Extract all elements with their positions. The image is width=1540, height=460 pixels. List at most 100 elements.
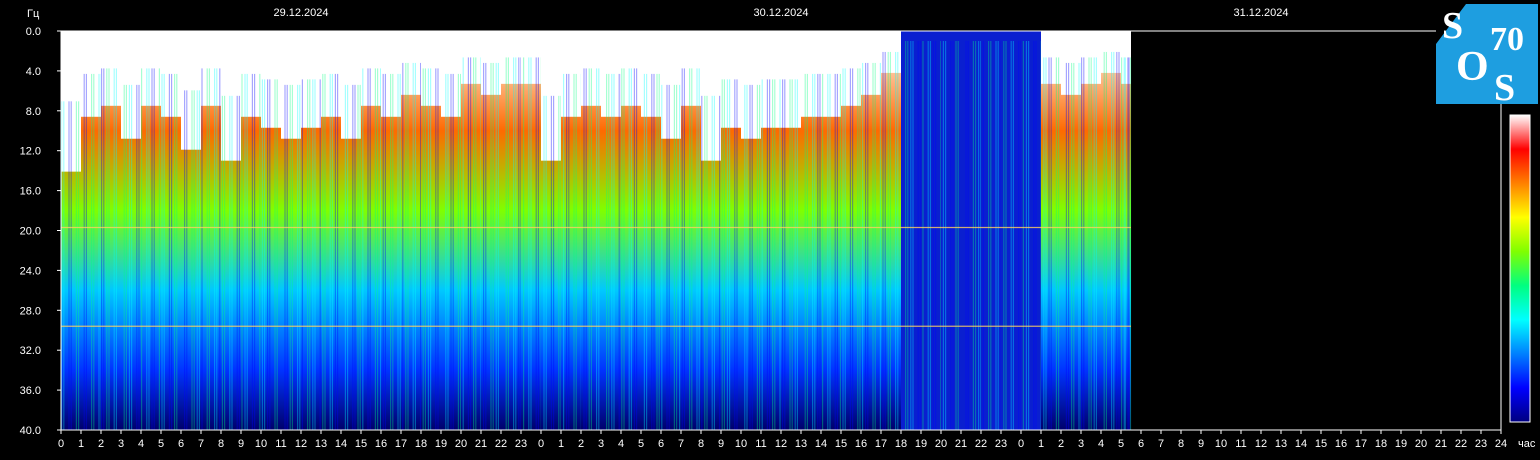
x-tick-label: 10: [735, 438, 747, 450]
logo-number: 70: [1490, 21, 1524, 58]
spectrogram-streak: [862, 62, 864, 431]
spectrogram-streak: [445, 73, 447, 430]
spectrogram-streak: [789, 79, 791, 430]
spectrogram-streak: [63, 101, 65, 430]
spectrogram-streak: [505, 57, 507, 431]
spectrogram-streak: [819, 73, 821, 430]
spectrogram-streak: [910, 40, 912, 430]
spectrogram-streak: [85, 73, 87, 430]
y-tick-label: 20.0: [20, 226, 41, 238]
spectrogram-streak: [698, 68, 700, 430]
x-tick-label: 21: [955, 438, 967, 450]
spectrogram-streak: [424, 68, 426, 430]
spectrogram-streak: [651, 73, 653, 430]
spectrogram-streak: [812, 73, 814, 430]
spectrogram-streak: [982, 40, 984, 430]
spectrogram-streak: [492, 62, 494, 431]
spectrogram-streak: [857, 68, 859, 430]
x-tick-label: 16: [375, 438, 387, 450]
spectrogram-streak: [138, 84, 140, 431]
spectrogram-streak: [289, 84, 291, 431]
x-tick-label: 22: [975, 438, 987, 450]
spectrogram-streak: [148, 68, 150, 430]
spectrogram-streak: [613, 73, 615, 430]
spectrogram-saturation: [401, 31, 421, 95]
spectrogram-streak: [274, 79, 276, 430]
x-tick-label: 20: [455, 438, 467, 450]
spectrogram-streak: [1071, 62, 1073, 431]
x-tick-label: 11: [1235, 438, 1246, 450]
spectrogram-streak: [922, 40, 924, 430]
spectrogram-streak: [214, 68, 216, 430]
spectrogram-streak: [312, 79, 314, 430]
spectrogram-streak: [261, 79, 263, 430]
spectrogram-saturation: [301, 31, 321, 128]
spectrogram-streak: [623, 68, 625, 430]
spectrogram-streak: [990, 40, 992, 430]
spectrogram-streak: [1118, 51, 1120, 430]
spectrogram-streak: [646, 73, 648, 430]
x-tick-label: 2: [1058, 438, 1064, 450]
spectrogram-streak: [606, 73, 608, 430]
spectrogram-streak: [374, 68, 376, 430]
plot-area: [60, 30, 1502, 431]
spectrogram-streak: [575, 73, 577, 430]
x-tick-label: 14: [1295, 438, 1307, 450]
spectrogram-streak: [473, 57, 475, 431]
y-axis-label: Гц: [27, 8, 40, 20]
spectrogram-streak: [153, 68, 155, 430]
spectrogram-streak: [158, 68, 160, 430]
y-tick-label: 28.0: [20, 305, 41, 317]
x-tick-label: 12: [775, 438, 787, 450]
spectrogram-streak: [168, 73, 170, 430]
spectrogram-streak: [1005, 40, 1007, 430]
spectrogram-streak: [399, 73, 401, 430]
spectrogram-streak: [174, 73, 176, 430]
spectrogram-streak: [452, 73, 454, 430]
spectrogram-streak: [198, 90, 200, 430]
spectrogram-streak: [113, 68, 115, 430]
spectrogram-streak: [299, 84, 301, 431]
x-tick-label: 8: [1178, 438, 1184, 450]
spectrogram-streak: [711, 95, 713, 431]
spectrogram-streak: [1078, 62, 1080, 431]
spectrogram-streak: [611, 73, 613, 430]
spectrogram-streak: [719, 95, 721, 431]
spectrogram-saturation: [241, 31, 261, 117]
spectrogram-streak: [585, 68, 587, 430]
x-tick-label: 15: [1315, 438, 1327, 450]
spectrogram-streak: [246, 73, 248, 430]
x-tick-label: 7: [678, 438, 684, 450]
spectrogram-streak: [171, 73, 173, 430]
x-tick-label: 14: [335, 438, 347, 450]
spectrogram-streak: [485, 62, 487, 431]
spectrogram-streak: [865, 62, 867, 431]
spectrogram-streak: [297, 84, 299, 431]
spectrogram-streak: [836, 73, 838, 430]
x-tick-label: 22: [495, 438, 507, 450]
spectrogram-streak: [78, 101, 80, 430]
spectrogram-streak: [1129, 57, 1132, 431]
spectrogram-streak: [331, 73, 333, 430]
x-tick-label: 22: [1455, 438, 1467, 450]
spectrogram-streak: [1081, 57, 1083, 431]
spectrogram-streak: [324, 73, 326, 430]
spectrogram-streak: [1123, 57, 1125, 431]
spectrogram-streak: [618, 73, 620, 430]
spectrogram-streak: [673, 84, 675, 431]
spectrogram-streak: [161, 73, 163, 430]
x-tick-label: 15: [355, 438, 367, 450]
colorbar: [1509, 114, 1531, 423]
spectrogram-streak: [93, 73, 95, 430]
spectrogram-streak: [957, 40, 959, 430]
spectrogram-streak: [874, 62, 876, 431]
spectrogram-saturation: [201, 31, 221, 106]
spectrogram-streak: [523, 57, 525, 431]
spectrogram-streak: [713, 95, 715, 431]
spectrogram-streak: [844, 68, 846, 430]
spectrogram-streak: [796, 79, 798, 430]
x-tick-label: 13: [1275, 438, 1287, 450]
spectrogram-streak: [887, 51, 889, 430]
x-axis: 0 1 2 3 4 5 6 7 8 9 10 11 12 13 14 15 16 17 18 19 20 21 22 23 0 1…: [58, 430, 1507, 450]
spectrogram-streak: [879, 62, 881, 431]
